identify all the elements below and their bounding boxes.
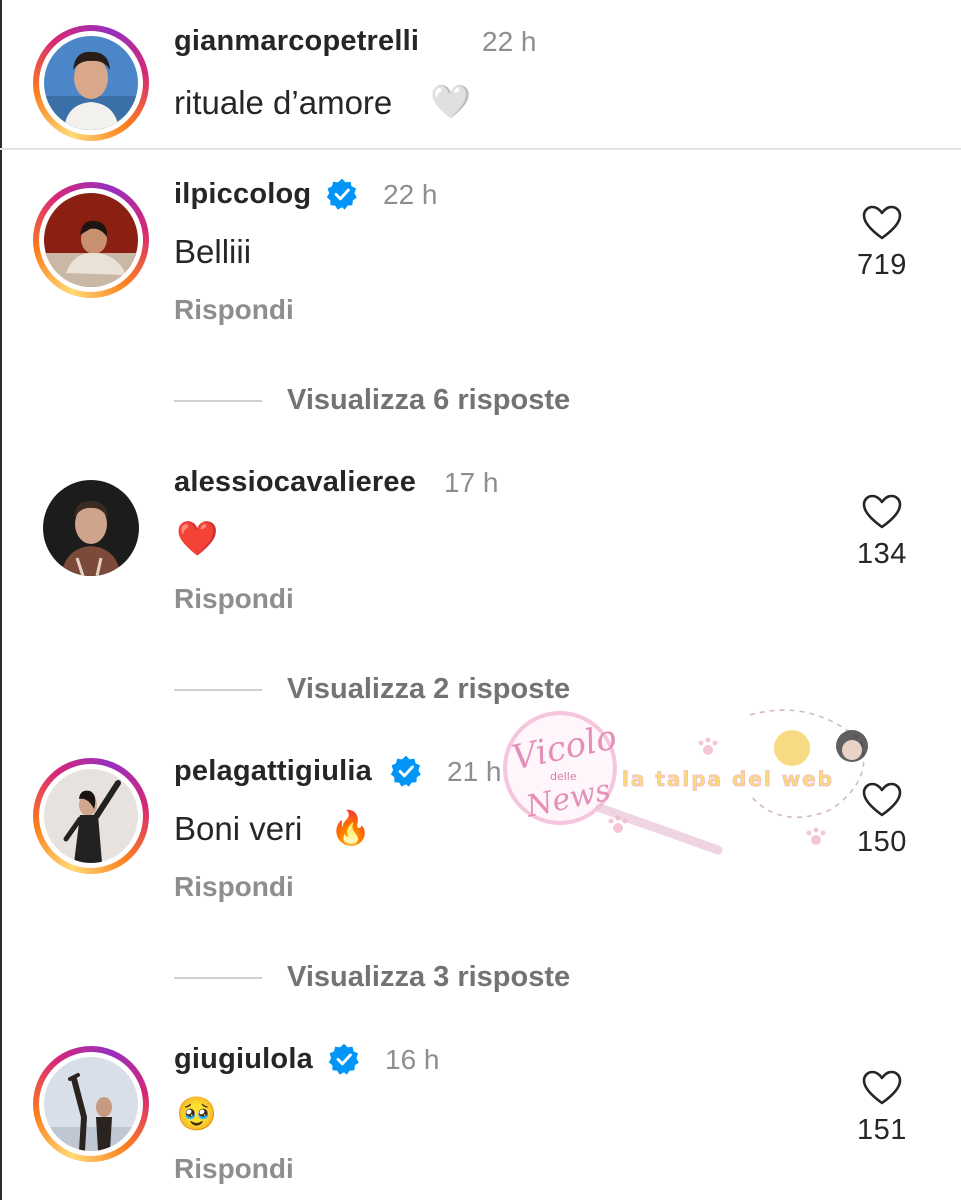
commenter-username[interactable]: giugiulola bbox=[174, 1043, 313, 1076]
like-count: 151 bbox=[857, 1114, 907, 1146]
watermark-logo: Vicolo delle News la talpa del web bbox=[503, 709, 868, 855]
comment-text: Belliii bbox=[174, 233, 252, 270]
view-replies-label: Visualizza 2 risposte bbox=[287, 673, 571, 705]
like-group: 719 bbox=[852, 205, 912, 282]
red-heart-emoji: ❤️ bbox=[176, 519, 219, 559]
watermark-banner: la talpa del web bbox=[622, 767, 834, 791]
author-avatar[interactable] bbox=[33, 25, 149, 141]
like-count: 134 bbox=[857, 538, 907, 570]
commenter-avatar-photo bbox=[43, 480, 139, 576]
view-replies-label: Visualizza 6 risposte bbox=[287, 384, 571, 416]
reply-button[interactable]: Rispondi bbox=[174, 1153, 294, 1185]
verified-badge-icon bbox=[328, 1043, 359, 1075]
watermark-word-1: Vicolo bbox=[509, 717, 621, 778]
commenter-avatar[interactable] bbox=[33, 1046, 149, 1162]
comment-time: 17 h bbox=[444, 467, 499, 498]
reply-button[interactable]: Rispondi bbox=[174, 583, 294, 615]
reply-thread-line bbox=[174, 689, 262, 691]
commenter-avatar-photo bbox=[44, 769, 138, 863]
heart-outline-icon[interactable] bbox=[862, 782, 902, 818]
commenter-avatar[interactable] bbox=[33, 758, 149, 874]
like-group: 150 bbox=[852, 782, 912, 859]
verified-badge-icon bbox=[326, 178, 357, 210]
view-replies-label: Visualizza 3 risposte bbox=[287, 961, 571, 993]
like-group: 151 bbox=[852, 1070, 912, 1147]
verified-badge-icon bbox=[390, 755, 421, 787]
caption-text: rituale d’amore bbox=[174, 84, 393, 121]
comment-time: 22 h bbox=[383, 179, 438, 210]
heart-outline-icon[interactable] bbox=[862, 1070, 902, 1106]
comment-time: 16 h bbox=[385, 1044, 440, 1075]
like-count: 719 bbox=[857, 249, 907, 281]
commenter-avatar[interactable] bbox=[43, 480, 139, 576]
caption-time: 22 h bbox=[482, 26, 537, 57]
caption-divider bbox=[0, 148, 961, 150]
comment-time: 21 h bbox=[447, 756, 502, 787]
author-avatar-photo bbox=[44, 36, 138, 130]
commenter-username[interactable]: pelagattigiulia bbox=[174, 755, 372, 788]
reply-button[interactable]: Rispondi bbox=[174, 294, 294, 326]
author-username[interactable]: gianmarcopetrelli bbox=[174, 25, 419, 58]
heart-outline-icon[interactable] bbox=[862, 494, 902, 530]
commenter-avatar-photo bbox=[44, 1057, 138, 1151]
like-group: 134 bbox=[852, 494, 912, 571]
reply-thread-line bbox=[174, 977, 262, 979]
pleading-face-emoji: 🥹 bbox=[176, 1094, 218, 1133]
heart-outline-icon[interactable] bbox=[862, 205, 902, 241]
commenter-username[interactable]: alessiocavalieree bbox=[174, 466, 416, 499]
like-count: 150 bbox=[857, 826, 907, 858]
watermark-word-2: delle bbox=[550, 770, 577, 783]
paw-print-icon bbox=[608, 737, 826, 845]
commenter-avatar-photo bbox=[44, 193, 138, 287]
fire-emoji: 🔥 bbox=[330, 808, 372, 847]
commenter-avatar[interactable] bbox=[33, 182, 149, 298]
white-heart-emoji: 🤍 bbox=[430, 82, 472, 121]
commenter-username[interactable]: ilpiccolog bbox=[174, 178, 311, 211]
watermark-word-3: News bbox=[522, 773, 613, 825]
cartoon-mascot-icon bbox=[774, 730, 868, 766]
reply-thread-line bbox=[174, 400, 262, 402]
comment-text: Boni veri bbox=[174, 810, 303, 847]
reply-button[interactable]: Rispondi bbox=[174, 871, 294, 903]
post-caption: gianmarcopetrelli 22 h rituale d’amore 🤍 bbox=[0, 0, 961, 148]
left-edge-line bbox=[0, 0, 2, 1200]
